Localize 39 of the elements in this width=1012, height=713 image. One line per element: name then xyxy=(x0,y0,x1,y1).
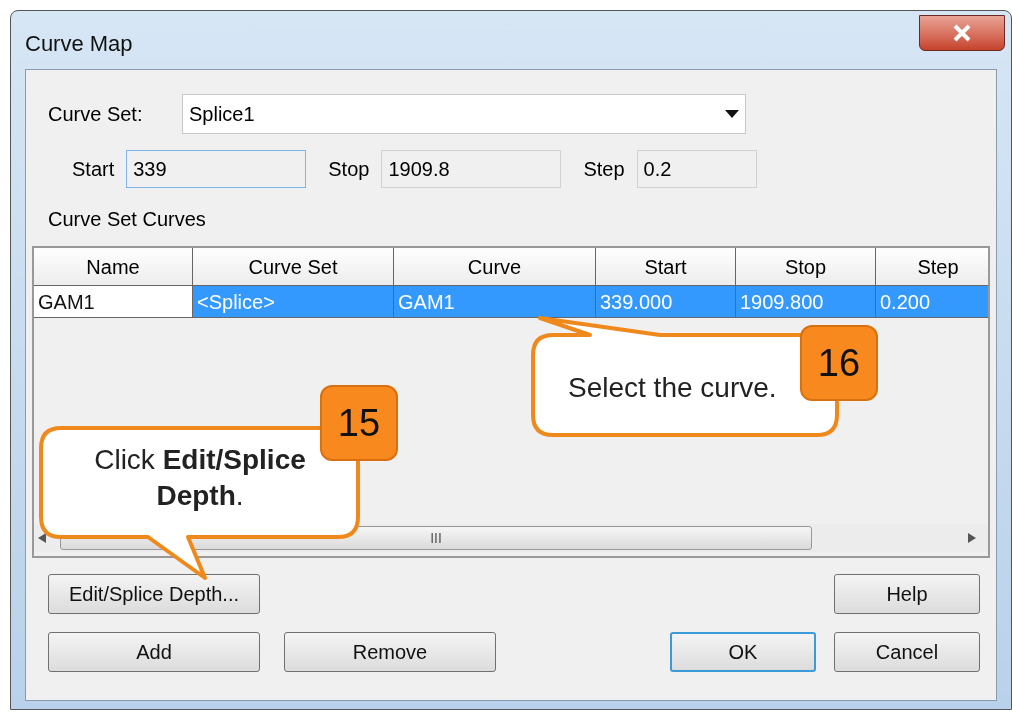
dropdown-arrow-icon xyxy=(725,110,739,118)
column-header[interactable]: Start xyxy=(596,248,736,286)
scroll-right-icon xyxy=(968,533,976,543)
field-label: Step xyxy=(583,157,625,182)
step-badge: 16 xyxy=(800,325,878,401)
table-cell: 1909.800 xyxy=(736,286,876,318)
step-badge: 15 xyxy=(320,385,398,461)
column-header[interactable]: Curve xyxy=(394,248,596,286)
table-row[interactable]: GAM1 <Splice> GAM1 339.000 1909.800 0.200 xyxy=(34,286,988,318)
dialog-button[interactable]: Edit/Splice Depth... xyxy=(48,574,260,614)
dialog-button[interactable]: OK xyxy=(670,632,816,672)
column-header[interactable]: Name xyxy=(34,248,193,286)
callout-text: Click Edit/Splice Depth. xyxy=(93,443,307,513)
dialog-button[interactable]: Help xyxy=(834,574,980,614)
scroll-left-icon xyxy=(38,533,46,543)
close-icon xyxy=(951,24,973,42)
dialog-button[interactable]: Add xyxy=(48,632,260,672)
field-label: Start xyxy=(72,157,115,182)
column-header[interactable]: Step xyxy=(876,248,988,286)
table-cell: 0.200 xyxy=(876,286,988,318)
table-cell: GAM1 xyxy=(34,286,193,318)
grip-mark: III xyxy=(430,528,442,548)
column-header[interactable]: Curve Set xyxy=(193,248,394,286)
range-field[interactable]: 0.2 xyxy=(636,150,757,188)
dialog-button[interactable]: Remove xyxy=(284,632,496,672)
table-cell: GAM1 xyxy=(394,286,596,318)
column-header[interactable]: Stop xyxy=(736,248,876,286)
range-field[interactable]: 1909.8 xyxy=(381,150,562,188)
table-cell: 339.000 xyxy=(596,286,736,318)
curve-set-dropdown[interactable]: Splice1 xyxy=(182,94,746,134)
callout-text: Select the curve. xyxy=(568,371,778,405)
dialog-button[interactable]: Cancel xyxy=(834,632,980,672)
table-cell: <Splice> xyxy=(193,286,394,318)
window-title: Curve Map xyxy=(25,30,133,58)
field-label: Stop xyxy=(328,157,370,182)
close-button[interactable] xyxy=(919,15,1005,51)
range-field[interactable]: 339 xyxy=(126,150,307,188)
section-label: Curve Set Curves xyxy=(48,207,207,232)
field-label: Curve Set: xyxy=(48,102,144,127)
